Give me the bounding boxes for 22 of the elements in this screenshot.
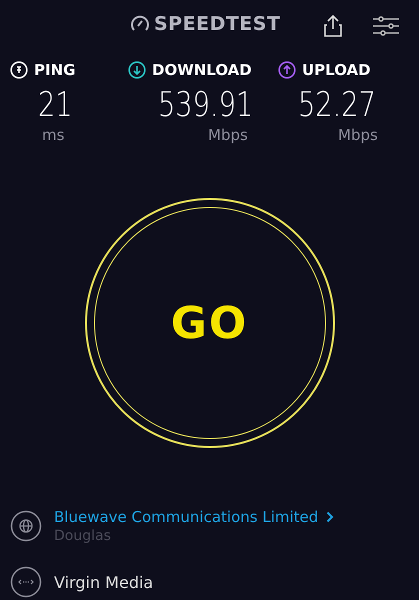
globe-icon — [10, 510, 42, 542]
go-button[interactable]: GO — [94, 207, 326, 439]
metric-value: 21 — [38, 86, 74, 124]
server-location: Douglas — [54, 528, 112, 544]
metric-value: 539.91 — [158, 86, 254, 124]
upload-icon — [278, 61, 296, 79]
metric-label: PING — [34, 61, 76, 79]
metric-label: DOWNLOAD — [152, 61, 252, 79]
metric-unit: ms — [42, 126, 66, 144]
connection-icon — [10, 566, 42, 598]
provider-name: Virgin Media — [54, 572, 154, 592]
metric-value: 52.27 — [298, 86, 377, 124]
chevron-icon[interactable] — [326, 511, 334, 523]
download-icon — [128, 61, 146, 79]
settings-icon[interactable] — [373, 16, 399, 36]
share-icon[interactable] — [323, 14, 343, 38]
metric-unit: Mbps — [208, 126, 249, 144]
ping-icon — [10, 61, 28, 79]
app-logo: SPEEDTEST — [154, 13, 280, 35]
metric-unit: Mbps — [338, 126, 379, 144]
metric-label: UPLOAD — [302, 61, 371, 79]
server-link[interactable]: Bluewave Communications Limited — [54, 508, 318, 526]
